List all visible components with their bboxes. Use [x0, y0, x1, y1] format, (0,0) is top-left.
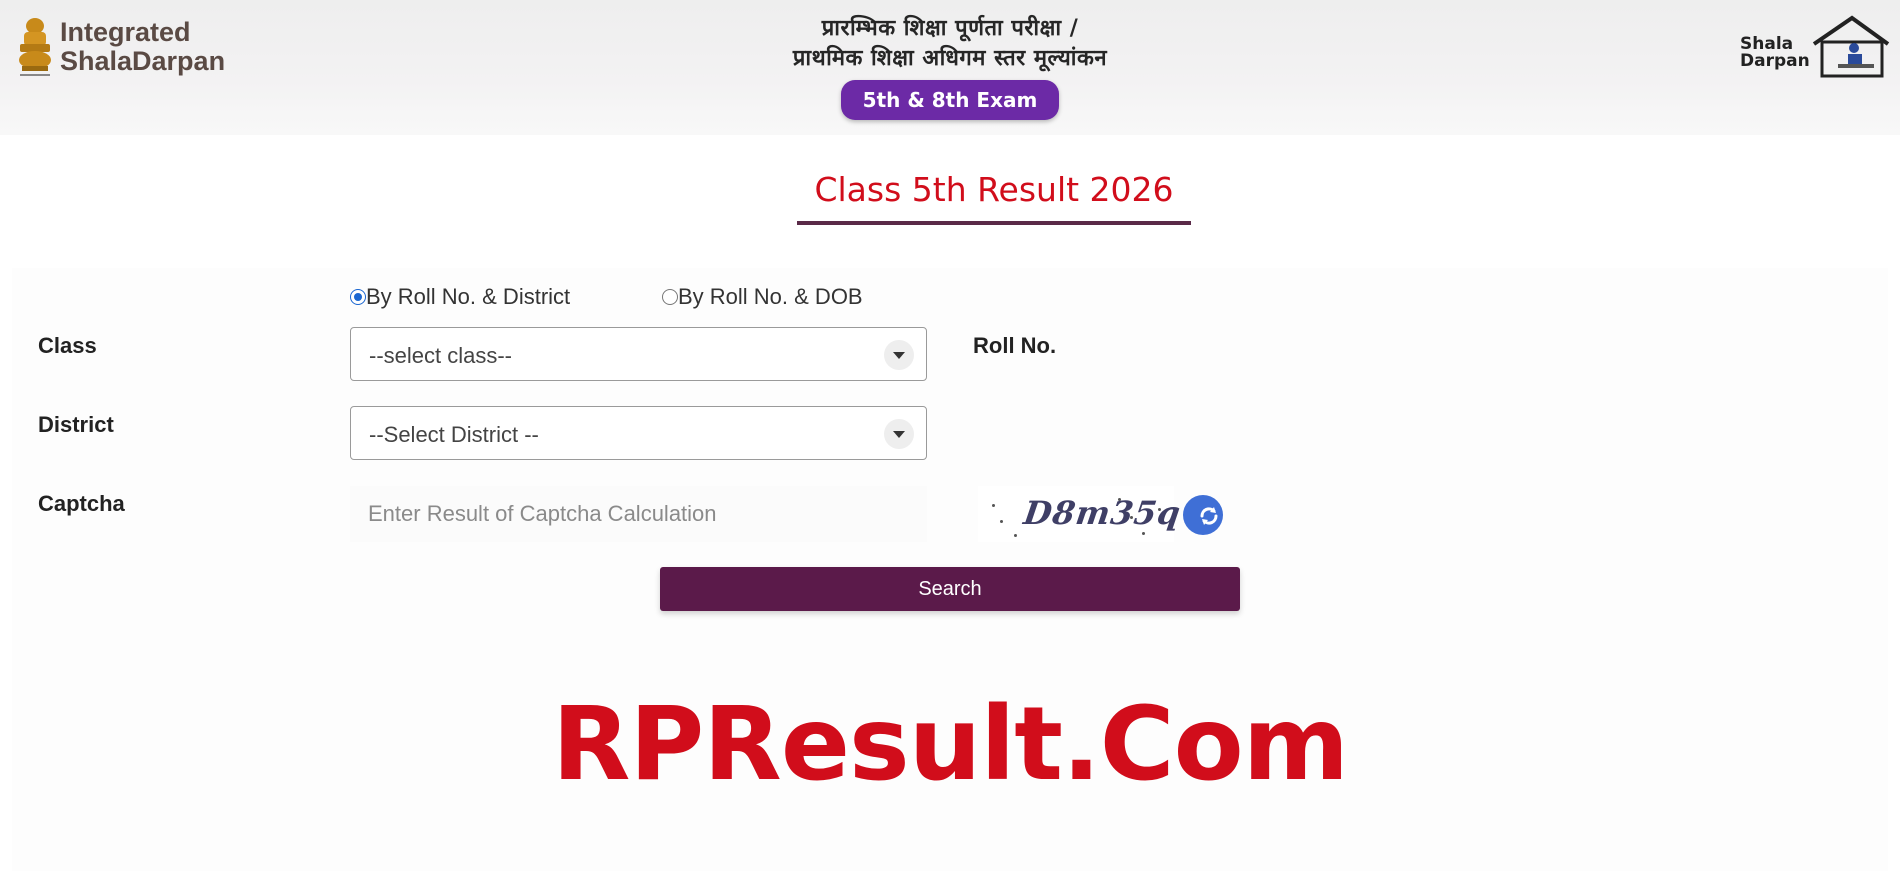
radio-button-checked[interactable] [350, 289, 366, 305]
district-select[interactable]: --Select District -- [350, 406, 927, 460]
exam-title-block: प्रारम्भिक शिक्षा पूर्णता परीक्षा / प्रा… [720, 14, 1180, 120]
page-title: Class 5th Result 2026 [797, 170, 1191, 225]
shala-darpan-logo[interactable]: Shala Darpan [1736, 14, 1892, 84]
chevron-down-icon[interactable] [884, 419, 914, 449]
brand-left-line1: Integrated [60, 17, 191, 47]
class-select-value: --select class-- [369, 343, 513, 368]
captcha-label: Captcha [38, 491, 125, 516]
title-hindi-line1: प्रारम्भिक शिक्षा पूर्णता परीक्षा / [821, 16, 1079, 41]
radio-option-roll-district[interactable]: By Roll No. & District [350, 284, 570, 310]
refresh-captcha-button[interactable] [1183, 495, 1223, 535]
brand-left-line2: ShalaDarpan [60, 46, 226, 76]
refresh-icon [1200, 507, 1218, 525]
district-label: District [38, 412, 114, 437]
chevron-down-icon[interactable] [884, 340, 914, 370]
captcha-image: D8m35q [978, 486, 1183, 542]
exam-badge: 5th & 8th Exam [840, 80, 1060, 120]
radio-button-unchecked[interactable] [662, 289, 678, 305]
brand-right-text: Shala Darpan [1740, 36, 1810, 70]
brand-right-line2: Darpan [1740, 51, 1810, 71]
integrated-shaladarpan-logo[interactable]: Integrated ShalaDarpan [14, 14, 244, 84]
brand-left-text: Integrated ShalaDarpan [60, 18, 225, 76]
watermark-text: RPResult.Com [551, 685, 1349, 804]
page-header: Integrated ShalaDarpan प्रारम्भिक शिक्षा… [0, 0, 1900, 135]
district-select-value: --Select District -- [369, 422, 539, 447]
emblem-icon [19, 18, 51, 76]
class-label: Class [38, 333, 97, 358]
radio-label-roll-district: By Roll No. & District [366, 284, 571, 309]
roll-no-label: Roll No. [973, 333, 1057, 358]
title-hindi-line2: प्राथमिक शिक्षा अधिगम स्तर मूल्यांकन [792, 46, 1108, 71]
search-button[interactable]: Search [660, 567, 1240, 611]
class-select[interactable]: --select class-- [350, 327, 927, 381]
radio-label-roll-dob: By Roll No. & DOB [678, 284, 863, 309]
house-logo-icon [1812, 15, 1890, 78]
captcha-text: D8m35q [1021, 494, 1184, 532]
captcha-input[interactable] [350, 486, 927, 542]
radio-option-roll-dob[interactable]: By Roll No. & DOB [662, 284, 863, 310]
